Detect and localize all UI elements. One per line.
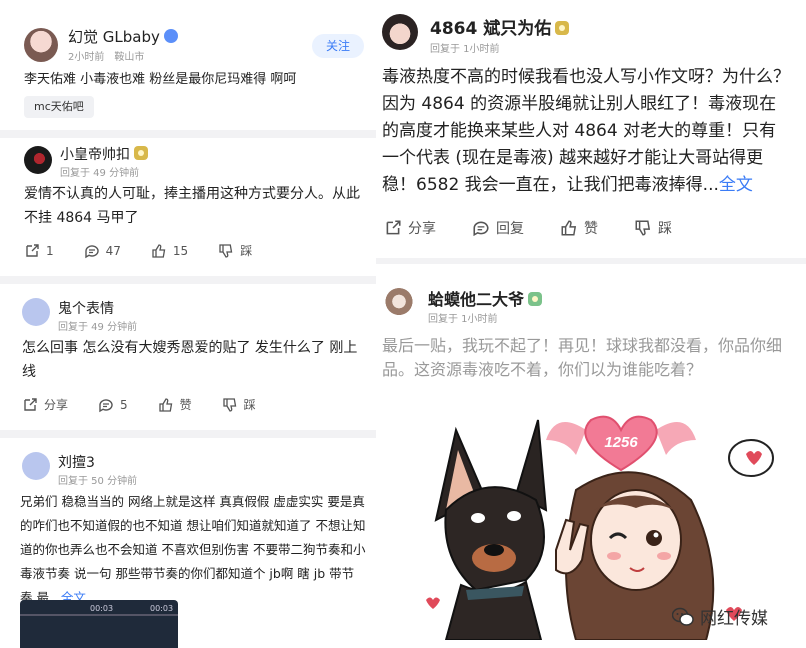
like-icon bbox=[561, 220, 577, 236]
share-icon bbox=[386, 220, 401, 235]
reply-icon bbox=[84, 244, 99, 258]
watermark: 网红传媒 bbox=[672, 604, 768, 629]
level-badge-icon bbox=[528, 292, 543, 306]
comment-actions: 1 47 15 踩 bbox=[24, 242, 282, 259]
right-panel: 4864 斌只为佑 回复于 1小时前 毒液热度不高的时候我看也没人写小作文呀？为… bbox=[376, 0, 806, 648]
forum-tag[interactable]: mc天佑吧 bbox=[24, 96, 94, 118]
comment-author-name[interactable]: 4864 斌只为佑 bbox=[430, 14, 570, 39]
comment-text: 怎么回事 怎么没有大嫂秀恩爱的贴了 发生什么了 刚上线 bbox=[22, 340, 358, 380]
sticker-number: 1256 bbox=[604, 434, 638, 451]
share-icon bbox=[24, 397, 37, 411]
dislike-button[interactable]: 踩 bbox=[634, 218, 672, 238]
divider bbox=[0, 430, 376, 438]
comment-text: 最后一贴，我玩不起了！再见！球球我都没看，你品你细品。这资源毒液吃不着，你们以为… bbox=[382, 336, 783, 379]
comment-avatar[interactable] bbox=[384, 288, 414, 318]
comment-text: 兄弟们 稳稳当当的 网络上就是这样 真真假假 虚虚实实 要是真的咋们也不知道假的… bbox=[20, 494, 366, 605]
wechat-icon bbox=[672, 607, 694, 626]
comment-meta: 回复于 50 分钟前 bbox=[58, 476, 138, 487]
comment-text: 爱情不认真的人可耻，捧主播用这种方式要分人。从此不挂 4864 马甲了 bbox=[24, 186, 360, 226]
comment-avatar[interactable] bbox=[22, 298, 50, 326]
comment-avatar[interactable] bbox=[24, 146, 52, 174]
level-badge-icon bbox=[555, 21, 570, 35]
comment-actions: 分享 5 赞 踩 bbox=[22, 396, 286, 413]
comment-author-name[interactable]: 蛤蟆他二大爷 bbox=[428, 286, 543, 310]
reply-icon bbox=[473, 221, 489, 237]
reply-icon bbox=[99, 398, 113, 412]
post-meta: 2小时前 鞍山市 bbox=[68, 52, 145, 63]
level-badge-icon bbox=[134, 146, 148, 160]
divider bbox=[0, 130, 376, 138]
like-button[interactable]: 赞 bbox=[158, 396, 192, 413]
verified-icon bbox=[163, 29, 178, 43]
reply-button[interactable]: 5 bbox=[98, 397, 128, 413]
comment-author-name[interactable]: 鬼个表情 bbox=[58, 298, 114, 318]
video-progress-bar[interactable] bbox=[20, 614, 178, 616]
comment-avatar[interactable] bbox=[22, 452, 50, 480]
post-author-avatar[interactable] bbox=[24, 28, 58, 62]
reply-button[interactable]: 47 bbox=[84, 243, 121, 259]
share-button[interactable]: 1 bbox=[24, 243, 54, 259]
comment-meta: 回复于 49 分钟前 bbox=[60, 168, 140, 179]
dislike-button[interactable]: 踩 bbox=[218, 242, 252, 259]
video-thumbnail[interactable]: 00:03 00:03 bbox=[20, 600, 178, 648]
comment-author-name[interactable]: 小皇帝帅扣 bbox=[60, 144, 148, 164]
video-time: 00:03 bbox=[90, 604, 114, 613]
share-icon bbox=[26, 243, 39, 257]
dislike-icon bbox=[635, 220, 651, 236]
comment-text: 毒液热度不高的时候我看也没人写小作文呀？为什么？因为 4864 的资源半股绳就让… bbox=[382, 67, 790, 195]
share-button[interactable]: 分享 bbox=[384, 218, 436, 238]
video-time: 00:03 bbox=[150, 604, 174, 613]
like-button[interactable]: 赞 bbox=[560, 218, 598, 238]
post-text: 李天佑难 小毒液也难 粉丝是最你尼玛难得 啊呵 bbox=[24, 72, 297, 87]
comment-meta: 回复于 49 分钟前 bbox=[58, 322, 138, 333]
like-icon bbox=[159, 397, 172, 412]
comment-meta: 回复于 1小时前 bbox=[430, 44, 500, 55]
dislike-icon bbox=[223, 397, 236, 412]
comment-author-name[interactable]: 刘擅3 bbox=[58, 452, 95, 472]
like-button[interactable]: 15 bbox=[151, 243, 188, 259]
comment-meta: 回复于 1小时前 bbox=[428, 314, 498, 325]
dislike-button[interactable]: 踩 bbox=[222, 396, 256, 413]
post-author-name[interactable]: 幻觉 GLbaby bbox=[68, 26, 178, 47]
dislike-icon bbox=[219, 243, 233, 258]
divider bbox=[0, 276, 376, 284]
follow-button[interactable]: 关注 bbox=[312, 34, 364, 58]
share-button[interactable]: 分享 bbox=[22, 396, 68, 413]
reply-button[interactable]: 回复 bbox=[472, 218, 524, 238]
divider bbox=[376, 258, 806, 264]
like-icon bbox=[152, 243, 166, 258]
left-panel: 幻觉 GLbaby 2小时前 鞍山市 关注 李天佑难 小毒液也难 粉丝是最你尼玛… bbox=[0, 0, 376, 648]
expand-link[interactable]: 全文 bbox=[719, 175, 753, 195]
comment-actions: 分享 回复 赞 踩 bbox=[384, 218, 702, 238]
comment-avatar[interactable] bbox=[382, 14, 418, 50]
